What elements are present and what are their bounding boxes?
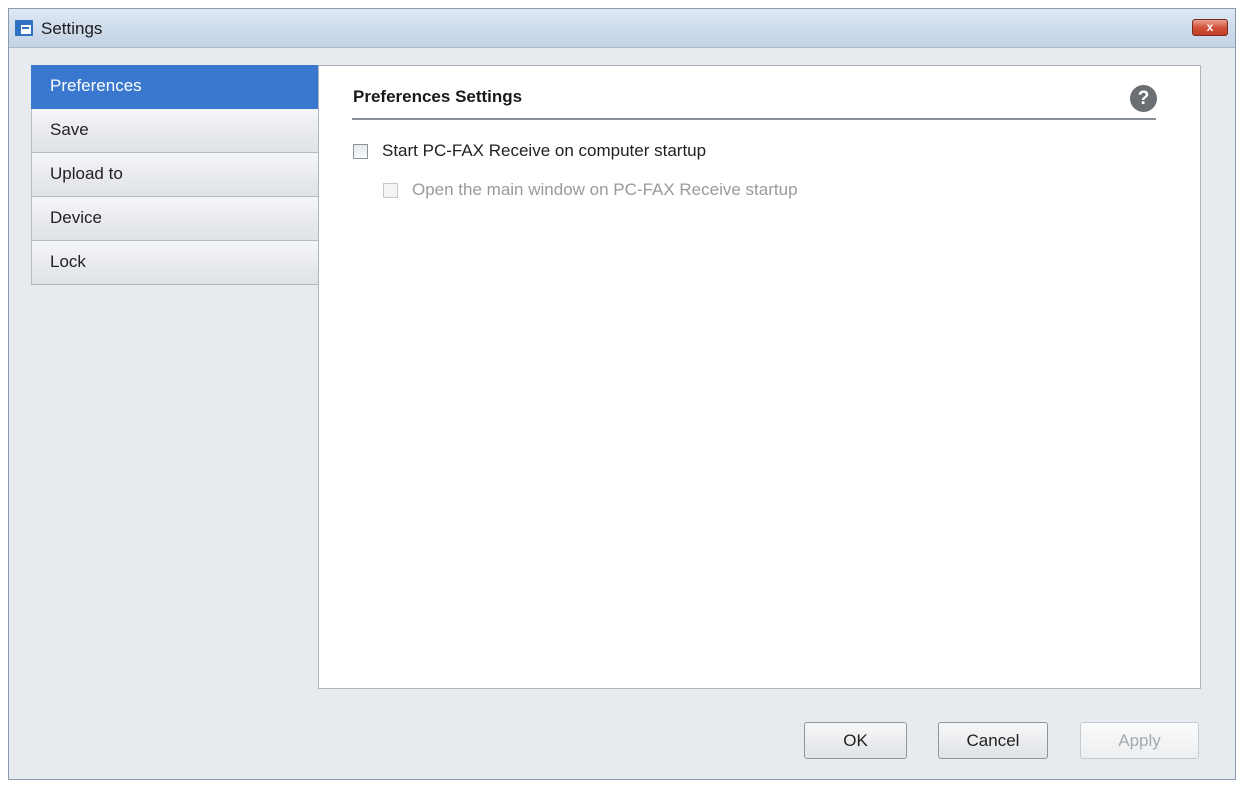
sidebar-item-label: Upload to — [50, 164, 123, 183]
sidebar-item-upload-to[interactable]: Upload to — [31, 153, 318, 197]
open-main-window-option: Open the main window on PC-FAX Receive s… — [383, 180, 798, 200]
title-bar[interactable]: Settings x — [9, 9, 1235, 48]
cancel-button[interactable]: Cancel — [938, 722, 1048, 759]
sidebar-item-preferences[interactable]: Preferences — [31, 65, 318, 109]
start-on-startup-checkbox[interactable] — [353, 143, 368, 159]
sidebar-item-lock[interactable]: Lock — [31, 241, 318, 285]
open-main-window-checkbox — [383, 182, 398, 198]
sidebar-item-label: Lock — [50, 252, 86, 271]
sidebar-item-label: Save — [50, 120, 89, 139]
settings-window-icon — [15, 20, 33, 36]
section-divider — [352, 118, 1156, 120]
sidebar-item-label: Device — [50, 208, 102, 227]
sidebar-item-device[interactable]: Device — [31, 197, 318, 241]
start-on-startup-label: Start PC-FAX Receive on computer startup — [382, 141, 707, 160]
settings-panel: Preferences Settings ? Start PC-FAX Rece… — [318, 65, 1201, 689]
close-button[interactable]: x — [1192, 19, 1228, 36]
start-on-startup-option[interactable]: Start PC-FAX Receive on computer startup — [353, 141, 706, 161]
sidebar-item-label: Preferences — [50, 76, 142, 95]
help-icon[interactable]: ? — [1130, 85, 1157, 112]
dialog-body: Preferences Save Upload to Device Lock P… — [9, 48, 1235, 779]
ok-button[interactable]: OK — [804, 722, 907, 759]
sidebar-item-save[interactable]: Save — [31, 109, 318, 153]
apply-button: Apply — [1080, 722, 1199, 759]
settings-window: Settings x Preferences Save Upload to De… — [8, 8, 1236, 780]
close-icon: x — [1206, 20, 1214, 34]
open-main-window-label: Open the main window on PC-FAX Receive s… — [412, 180, 798, 199]
section-title: Preferences Settings — [353, 87, 523, 106]
sidebar-nav: Preferences Save Upload to Device Lock — [31, 65, 318, 285]
window-title: Settings — [41, 19, 103, 38]
